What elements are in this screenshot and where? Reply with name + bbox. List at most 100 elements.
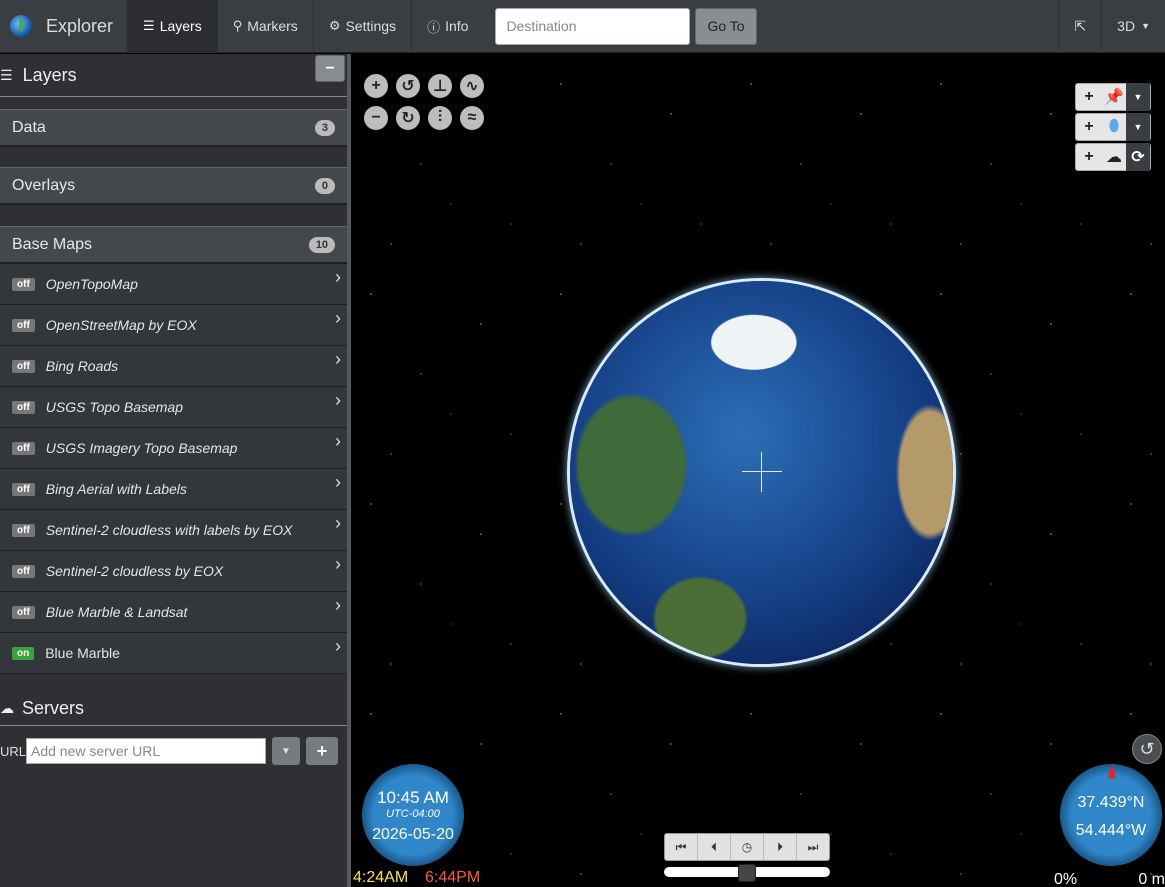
chevron-right-icon[interactable]: ›: [335, 431, 341, 452]
layer-name: Bing Aerial with Labels: [45, 481, 187, 497]
layers-title-text: Layers: [22, 64, 77, 85]
tilt-down-button[interactable]: ⫶: [428, 106, 452, 130]
add-server-button[interactable]: +: [306, 737, 338, 765]
layer-toggle[interactable]: off: [12, 359, 35, 373]
zoom-out-button[interactable]: −: [364, 106, 388, 130]
brand-title: Explorer: [46, 15, 114, 36]
layer-name: Bing Roads: [45, 358, 119, 374]
layer-row-active[interactable]: on Blue Marble ›: [0, 633, 347, 674]
step-back-button[interactable]: ⏴: [698, 834, 731, 860]
layer-row[interactable]: off Sentinel-2 cloudless by EOX ›: [0, 551, 347, 592]
chevron-right-icon[interactable]: ›: [335, 472, 341, 493]
time-slider[interactable]: [664, 864, 830, 882]
compass-dial[interactable]: 37.439°N 54.444°W: [1060, 764, 1162, 866]
placemark-tool: + 📌 ▼: [1075, 83, 1151, 111]
add-shape-button[interactable]: +: [1076, 113, 1102, 141]
collapse-sidebar-button[interactable]: −: [315, 55, 345, 82]
share-button[interactable]: ⇱: [1058, 0, 1101, 53]
skip-back-button[interactable]: ⏮: [665, 834, 698, 860]
sunrise-time: 4:24AM: [353, 869, 409, 886]
caret-down-icon: ▼: [1133, 122, 1143, 132]
globe-logo-icon: [10, 15, 32, 37]
layer-toggle[interactable]: off: [12, 400, 35, 414]
layer-row[interactable]: off USGS Imagery Topo Basemap ›: [0, 428, 347, 469]
tab-markers[interactable]: ⚲ Markers: [216, 0, 313, 53]
layer-toggle[interactable]: off: [12, 277, 35, 291]
list-icon: ☰: [143, 18, 155, 33]
go-to-button[interactable]: Go To: [695, 7, 757, 45]
plus-icon: +: [371, 77, 381, 94]
skip-back-icon: ⏮: [675, 839, 687, 854]
count-badge: 10: [308, 236, 335, 253]
chevron-right-icon[interactable]: ›: [335, 267, 341, 288]
tab-info[interactable]: ⓘ Info: [411, 0, 483, 53]
tab-layers[interactable]: ☰ Layers: [127, 0, 217, 53]
rotate-right-button[interactable]: ↻: [396, 106, 420, 130]
globe-viewport[interactable]: + ↺ ⊥ ∿ − ↻ ⫶ ≈ + 📌 ▼ + ⬮ ▼ + ☁ ⟳ ↺ 10:4…: [351, 54, 1165, 887]
date-time-dial[interactable]: 10:45 AM UTC-04:00 2026-05-20: [362, 764, 464, 866]
view-mode-dropdown[interactable]: 3D ▼: [1101, 0, 1165, 53]
section-label: Overlays: [12, 176, 76, 194]
shape-dropdown-button[interactable]: ▼: [1126, 113, 1150, 141]
layer-toggle[interactable]: off: [12, 482, 35, 496]
chevron-right-icon[interactable]: ›: [335, 390, 341, 411]
time-slider-handle[interactable]: [738, 864, 756, 882]
rotate-left-button[interactable]: ↺: [396, 74, 420, 98]
tilt-down-icon: ⫶: [437, 109, 442, 126]
skip-forward-icon: ⏭: [807, 839, 819, 854]
placemark-dropdown-button[interactable]: ▼: [1126, 83, 1150, 111]
step-back-icon: ⏴: [710, 839, 717, 854]
add-weather-button[interactable]: +: [1076, 143, 1102, 171]
layer-row[interactable]: off OpenStreetMap by EOX ›: [0, 305, 347, 346]
zoom-in-button[interactable]: +: [364, 74, 388, 98]
url-label: URL: [0, 743, 27, 759]
tab-settings[interactable]: ⚙ Settings: [312, 0, 411, 53]
refresh-icon: ⟳: [1131, 149, 1145, 166]
layer-row[interactable]: off USGS Topo Basemap ›: [0, 387, 347, 428]
layer-toggle[interactable]: off: [12, 318, 35, 332]
section-data[interactable]: Data 3: [0, 109, 347, 147]
clock-icon: ◷: [741, 840, 753, 854]
reset-view-button[interactable]: ↺: [1132, 734, 1162, 764]
layer-toggle[interactable]: on: [12, 646, 35, 660]
layer-toggle[interactable]: off: [12, 523, 35, 537]
section-base-maps[interactable]: Base Maps 10: [0, 226, 347, 264]
tilt-up-button[interactable]: ⊥: [428, 74, 452, 98]
server-dropdown-button[interactable]: ▼: [272, 737, 300, 765]
layer-row[interactable]: off OpenTopoMap ›: [0, 264, 347, 305]
layer-row[interactable]: off Sentinel-2 cloudless with labels by …: [0, 510, 347, 551]
cloud-icon: ☁: [1106, 149, 1122, 166]
elevation-up-button[interactable]: ∿: [460, 74, 484, 98]
layer-toggle[interactable]: off: [12, 564, 35, 578]
section-overlays[interactable]: Overlays 0: [0, 167, 347, 205]
layer-name: USGS Topo Basemap: [45, 399, 184, 415]
step-forward-button[interactable]: ⏵: [764, 834, 797, 860]
layer-toggle[interactable]: off: [12, 605, 35, 619]
plus-icon: +: [1084, 118, 1094, 135]
layer-row[interactable]: off Blue Marble & Landsat ›: [0, 592, 347, 633]
server-url-input[interactable]: [26, 738, 266, 764]
layer-row[interactable]: off Bing Aerial with Labels ›: [0, 469, 347, 510]
chevron-right-icon[interactable]: ›: [335, 308, 341, 329]
chevron-right-icon[interactable]: ›: [335, 349, 341, 370]
add-placemark-button[interactable]: +: [1076, 83, 1102, 111]
caret-down-icon: ▼: [281, 745, 291, 757]
crosshair-icon: [742, 452, 782, 492]
destination-input[interactable]: [495, 7, 691, 45]
caret-down-icon: ▼: [1141, 21, 1150, 31]
chevron-right-icon[interactable]: ›: [335, 513, 341, 534]
current-time-button[interactable]: ◷: [731, 834, 764, 860]
refresh-button[interactable]: ⟳: [1126, 143, 1150, 171]
elevation-down-button[interactable]: ≈: [460, 106, 484, 130]
chevron-right-icon[interactable]: ›: [335, 636, 341, 657]
layer-row[interactable]: off Bing Roads ›: [0, 346, 347, 387]
brand[interactable]: Explorer: [0, 0, 127, 53]
skip-forward-button[interactable]: ⏭: [797, 834, 829, 860]
tab-layers-label: Layers: [159, 18, 202, 34]
chevron-right-icon[interactable]: ›: [335, 595, 341, 616]
gear-icon: ⚙: [328, 18, 341, 33]
chevron-right-icon[interactable]: ›: [335, 554, 341, 575]
altitude-readout: 0 m: [1138, 871, 1165, 887]
step-forward-icon: ⏵: [776, 839, 783, 854]
layer-toggle[interactable]: off: [12, 441, 35, 455]
